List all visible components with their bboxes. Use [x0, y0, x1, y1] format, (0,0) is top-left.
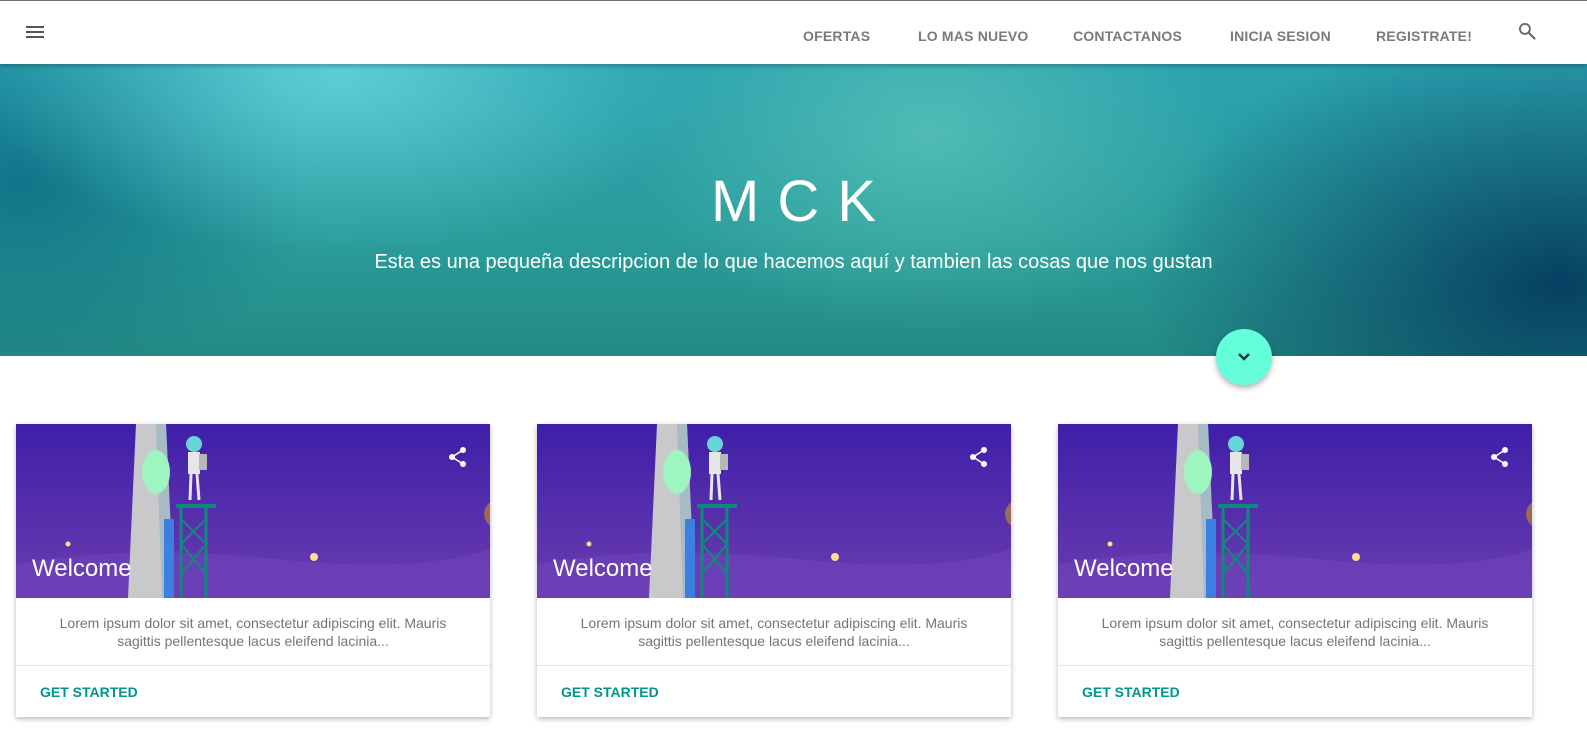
card-divider — [16, 665, 490, 666]
card-title: Welcome — [1074, 555, 1174, 582]
card-title: Welcome — [32, 555, 132, 582]
nav-link-registrate[interactable]: REGISTRATE! — [1376, 28, 1472, 44]
get-started-button[interactable]: GET STARTED — [40, 684, 138, 700]
card-divider — [537, 665, 1011, 666]
card-title: Welcome — [553, 555, 653, 582]
card-description: Lorem ipsum dolor sit amet, consectetur … — [59, 615, 447, 649]
get-started-button[interactable]: GET STARTED — [1082, 684, 1180, 700]
card-description: Lorem ipsum dolor sit amet, consectetur … — [580, 615, 968, 649]
hero-title: MCK — [711, 169, 894, 234]
nav-link-inicia-sesion[interactable]: INICIA SESION — [1230, 28, 1331, 44]
get-started-button[interactable]: GET STARTED — [561, 684, 659, 700]
hamburger-menu-icon[interactable] — [24, 23, 46, 43]
hero-banner: MCK Esta es una pequeña descripcion de l… — [0, 64, 1587, 356]
card-2: Welcome Lorem ipsum dolor sit amet, cons… — [537, 424, 1011, 717]
top-navbar: OFERTAS LO MAS NUEVO CONTACTANOS INICIA … — [0, 0, 1587, 64]
nav-link-ofertas[interactable]: OFERTAS — [803, 28, 870, 44]
card-divider — [1058, 665, 1532, 666]
card-1: Welcome Lorem ipsum dolor sit amet, cons… — [16, 424, 490, 717]
scroll-down-button[interactable] — [1216, 329, 1272, 385]
hero-subtitle: Esta es una pequeña descripcion de lo qu… — [374, 251, 1213, 273]
nav-link-lo-mas-nuevo[interactable]: LO MAS NUEVO — [918, 28, 1029, 44]
share-icon[interactable] — [1490, 446, 1510, 468]
card-description: Lorem ipsum dolor sit amet, consectetur … — [1101, 615, 1489, 649]
search-icon[interactable] — [1517, 21, 1537, 41]
card-image: Welcome — [16, 424, 490, 598]
card-3: Welcome Lorem ipsum dolor sit amet, cons… — [1058, 424, 1532, 717]
nav-link-contactanos[interactable]: CONTACTANOS — [1073, 28, 1182, 44]
share-icon[interactable] — [448, 446, 468, 468]
chevron-down-icon — [1238, 353, 1250, 361]
card-image: Welcome — [537, 424, 1011, 598]
card-image: Welcome — [1058, 424, 1532, 598]
share-icon[interactable] — [969, 446, 989, 468]
